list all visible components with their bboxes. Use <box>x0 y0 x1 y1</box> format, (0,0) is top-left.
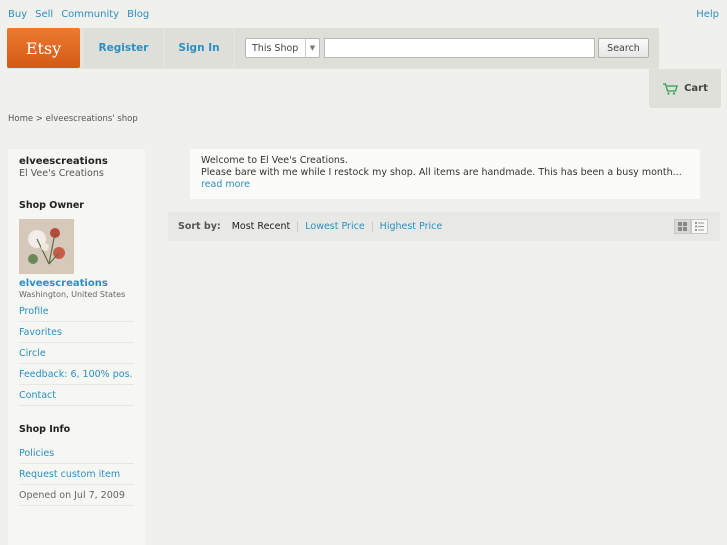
contact-link[interactable]: Contact <box>19 385 134 406</box>
shop-info-heading: Shop Info <box>19 424 71 435</box>
announcement-line-1: Welcome to El Vee's Creations. <box>201 155 348 166</box>
request-custom-item-link[interactable]: Request custom item <box>19 464 134 485</box>
shop-announcement: Welcome to El Vee's Creations. Please ba… <box>190 149 700 199</box>
opened-date: Opened on Jul 7, 2009 <box>19 485 134 506</box>
grid-view-icon[interactable] <box>674 219 691 234</box>
avatar-image <box>19 219 74 274</box>
shop-owner-heading: Shop Owner <box>19 200 84 211</box>
nav-sell-link[interactable]: Sell <box>35 9 53 20</box>
sort-lowest-price[interactable]: Lowest Price <box>297 221 371 232</box>
cart-button[interactable]: Cart <box>649 69 721 108</box>
nav-community-link[interactable]: Community <box>61 9 119 20</box>
announcement-line-2: Please bare with me while I restock my s… <box>201 167 689 191</box>
top-nav: Buy Sell Community Blog <box>8 9 149 20</box>
shop-name: elveescreations <box>19 156 108 167</box>
circle-link[interactable]: Circle <box>19 343 134 364</box>
search-scope-select[interactable]: This Shop ▼ <box>245 38 320 58</box>
read-more-link[interactable]: read more <box>201 179 250 190</box>
search-scope-label: This Shop <box>252 42 299 54</box>
sort-label: Sort by: <box>178 221 221 232</box>
list-view-icon[interactable] <box>691 219 708 234</box>
help-link[interactable]: Help <box>696 9 719 20</box>
cart-label: Cart <box>684 83 708 94</box>
breadcrumb[interactable]: Home > elveescreations' shop <box>8 114 138 124</box>
shop-sidebar: elveescreations El Vee's Creations Shop … <box>8 149 145 545</box>
favorites-link[interactable]: Favorites <box>19 322 134 343</box>
etsy-logo[interactable]: Etsy <box>7 28 80 68</box>
view-toggle <box>674 219 708 234</box>
sort-most-recent[interactable]: Most Recent <box>232 221 298 232</box>
nav-blog-link[interactable]: Blog <box>127 9 149 20</box>
search-area: This Shop ▼ Search <box>235 28 659 68</box>
owner-location: Washington, United States <box>19 290 126 299</box>
chevron-down-icon[interactable]: ▼ <box>305 39 319 57</box>
register-button[interactable]: Register <box>84 28 163 68</box>
owner-name-link[interactable]: elveescreations <box>19 278 134 289</box>
announcement-text: Please bare with me while I restock my s… <box>201 167 682 178</box>
profile-link[interactable]: Profile <box>19 301 134 322</box>
header-bar: Etsy Register Sign In This Shop ▼ Search <box>7 28 659 69</box>
owner-avatar[interactable] <box>19 219 74 274</box>
sort-bar: Sort by: Most Recent Lowest Price Highes… <box>168 212 720 241</box>
sign-in-button[interactable]: Sign In <box>165 28 233 68</box>
search-button[interactable]: Search <box>598 38 649 58</box>
policies-link[interactable]: Policies <box>19 443 134 464</box>
cart-icon <box>663 82 678 95</box>
nav-buy-link[interactable]: Buy <box>8 9 27 20</box>
shop-title: El Vee's Creations <box>19 168 104 179</box>
feedback-link[interactable]: Feedback: 6, 100% pos. <box>19 364 134 385</box>
sort-highest-price[interactable]: Highest Price <box>371 221 450 232</box>
search-input[interactable] <box>324 38 595 58</box>
